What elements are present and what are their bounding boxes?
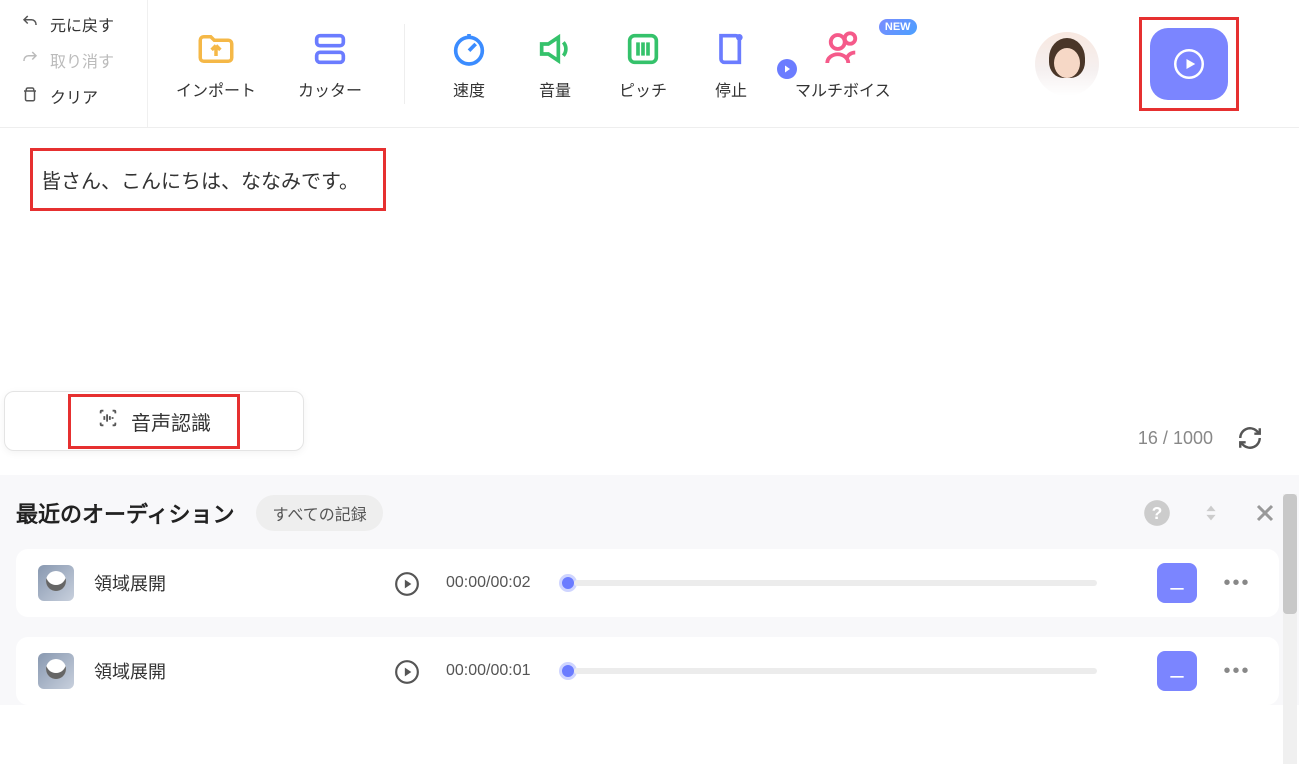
volume-button[interactable]: 音量 [533, 27, 577, 101]
new-badge: NEW [879, 19, 917, 35]
voice-avatar[interactable] [1035, 32, 1099, 96]
recent-title: 最近のオーディション [16, 497, 234, 529]
undo-icon [20, 13, 40, 36]
voice-recog-card: 音声認識 [4, 391, 304, 451]
pitch-icon [621, 27, 665, 71]
record-thumbnail [38, 653, 74, 689]
all-records-chip[interactable]: すべての記録 [256, 495, 382, 531]
editor-footer-row: 音声認識 16 / 1000 [0, 391, 1299, 465]
redo-label: 取り消す [50, 48, 114, 72]
clear-label: クリア [50, 84, 98, 108]
toolbar-divider [404, 24, 405, 104]
editor-text: 皆さん、こんにちは、ななみです。 [30, 148, 386, 211]
counter-max: 1000 [1173, 428, 1213, 448]
download-button[interactable] [1157, 563, 1197, 603]
toolbar-main-group: インポート カッター 速度 音量 ピッチ [148, 0, 1299, 127]
close-icon[interactable] [1251, 499, 1279, 527]
multivoice-icon [821, 27, 865, 71]
top-toolbar: 元に戻す 取り消す クリア インポート カッター [0, 0, 1299, 128]
import-label: インポート [176, 77, 256, 101]
clear-icon [20, 85, 40, 108]
cutter-button[interactable]: カッター [298, 27, 362, 101]
more-button[interactable]: ••• [1217, 572, 1257, 595]
redo-button[interactable]: 取り消す [20, 48, 147, 72]
redo-icon [20, 49, 40, 72]
go-arrow-icon [777, 59, 797, 79]
record-thumbnail [38, 565, 74, 601]
multivoice-button[interactable]: NEW マルチボイス [795, 27, 891, 101]
cutter-label: カッター [298, 77, 362, 101]
help-icon[interactable]: ? [1143, 499, 1171, 527]
undo-label: 元に戻す [50, 12, 114, 36]
volume-icon [533, 27, 577, 71]
text-editor-area[interactable]: 皆さん、こんにちは、ななみです。 [0, 128, 1299, 211]
char-counter: 16 / 1000 [1138, 425, 1263, 451]
voice-recog-icon [97, 407, 119, 435]
voice-recog-label: 音声認識 [131, 407, 211, 436]
folder-import-icon [194, 27, 238, 71]
play-button-highlight [1139, 17, 1239, 111]
speed-label: 速度 [453, 77, 485, 101]
cutter-icon [308, 27, 352, 71]
pitch-button[interactable]: ピッチ [619, 27, 667, 101]
counter-separator: / [1163, 428, 1168, 448]
record-title: 領域展開 [94, 658, 374, 684]
toolbar-left-group: 元に戻す 取り消す クリア [0, 0, 148, 127]
voice-recognition-button[interactable]: 音声認識 [68, 394, 240, 449]
refresh-button[interactable] [1237, 425, 1263, 451]
import-button[interactable]: インポート [176, 27, 256, 101]
counter-current: 16 [1138, 428, 1158, 448]
recent-header-actions: ? [1143, 499, 1279, 527]
progress-track [574, 668, 1097, 674]
speed-icon [447, 27, 491, 71]
record-play-button[interactable] [394, 659, 418, 683]
record-row: 領域展開 00:00/00:02 ••• [16, 549, 1279, 617]
record-time: 00:00/00:01 [446, 662, 531, 680]
more-button[interactable]: ••• [1217, 660, 1257, 683]
recent-header: 最近のオーディション すべての記録 ? [16, 495, 1279, 531]
multivoice-label: マルチボイス [795, 77, 891, 101]
volume-label: 音量 [539, 77, 571, 101]
download-button[interactable] [1157, 651, 1197, 691]
scrollbar-thumb[interactable] [1283, 494, 1297, 614]
svg-text:?: ? [1152, 503, 1163, 523]
record-time: 00:00/00:02 [446, 574, 531, 592]
clear-button[interactable]: クリア [20, 84, 147, 108]
toolbar-right-group [1035, 17, 1299, 111]
stop-button[interactable]: 停止 [709, 27, 753, 101]
stop-label: 停止 [715, 77, 747, 101]
record-title: 領域展開 [94, 570, 374, 596]
recent-auditions-panel: 最近のオーディション すべての記録 ? 領域展開 00:00/00:02 [0, 475, 1299, 705]
record-progress[interactable] [559, 662, 1097, 680]
record-play-button[interactable] [394, 571, 418, 595]
stop-icon [709, 27, 753, 71]
main-play-button[interactable] [1150, 28, 1228, 100]
speed-button[interactable]: 速度 [447, 27, 491, 101]
sort-icon[interactable] [1197, 499, 1225, 527]
pitch-label: ピッチ [619, 77, 667, 101]
progress-track [574, 580, 1097, 586]
record-row: 領域展開 00:00/00:01 ••• [16, 637, 1279, 705]
undo-button[interactable]: 元に戻す [20, 12, 147, 36]
record-progress[interactable] [559, 574, 1097, 592]
